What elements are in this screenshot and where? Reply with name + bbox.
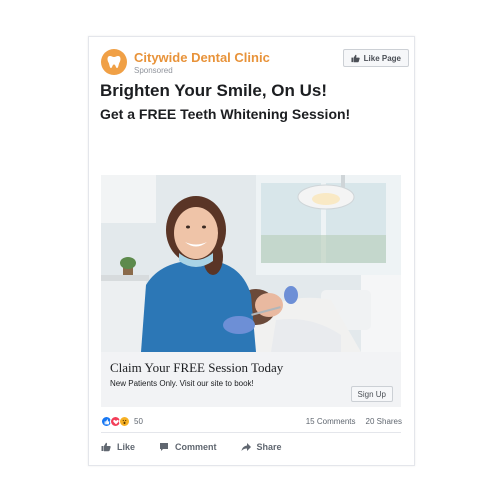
ad-image[interactable] bbox=[101, 175, 401, 352]
like-page-button[interactable]: Like Page bbox=[342, 49, 409, 67]
divider bbox=[101, 432, 401, 433]
cta-title: Claim Your FREE Session Today bbox=[110, 360, 284, 375]
cta-area[interactable]: Claim Your FREE Session Today New Patien… bbox=[101, 352, 401, 407]
comments-count[interactable]: 15 Comments bbox=[306, 417, 356, 426]
share-button[interactable]: Share bbox=[241, 442, 282, 452]
ad-subheadline: Get a FREE Teeth Whitening Session! bbox=[100, 106, 351, 122]
wow-reaction-icon bbox=[119, 416, 130, 427]
comment-button[interactable]: Comment bbox=[159, 442, 217, 452]
cta-description: New Patients Only. Visit our site to boo… bbox=[110, 379, 254, 388]
thumbs-up-icon bbox=[351, 54, 360, 62]
like-page-label: Like Page bbox=[363, 53, 401, 63]
shares-count[interactable]: 20 Shares bbox=[366, 417, 402, 426]
post-stats: 15 Comments 20 Shares bbox=[306, 417, 402, 426]
sponsored-post-card: Citywide Dental Clinic Sponsored Like Pa… bbox=[88, 36, 415, 466]
comment-label: Comment bbox=[175, 442, 217, 452]
reaction-count: 50 bbox=[134, 417, 143, 426]
page-name-link[interactable]: Citywide Dental Clinic bbox=[134, 50, 270, 65]
reactions-summary[interactable]: 50 bbox=[101, 416, 143, 427]
share-icon bbox=[241, 443, 251, 451]
post-header: Citywide Dental Clinic Sponsored Like Pa… bbox=[101, 47, 409, 83]
sign-up-button[interactable]: Sign Up bbox=[350, 386, 393, 402]
post-actions: Like Comment Share bbox=[101, 437, 401, 457]
ad-headline: Brighten Your Smile, On Us! bbox=[100, 81, 328, 100]
like-button[interactable]: Like bbox=[101, 442, 135, 452]
share-label: Share bbox=[256, 442, 282, 452]
sponsored-label: Sponsored bbox=[134, 66, 173, 75]
tooth-logo-icon[interactable] bbox=[101, 49, 127, 75]
comment-icon bbox=[160, 443, 169, 451]
like-label: Like bbox=[117, 442, 136, 452]
thumbs-up-icon bbox=[101, 442, 111, 452]
